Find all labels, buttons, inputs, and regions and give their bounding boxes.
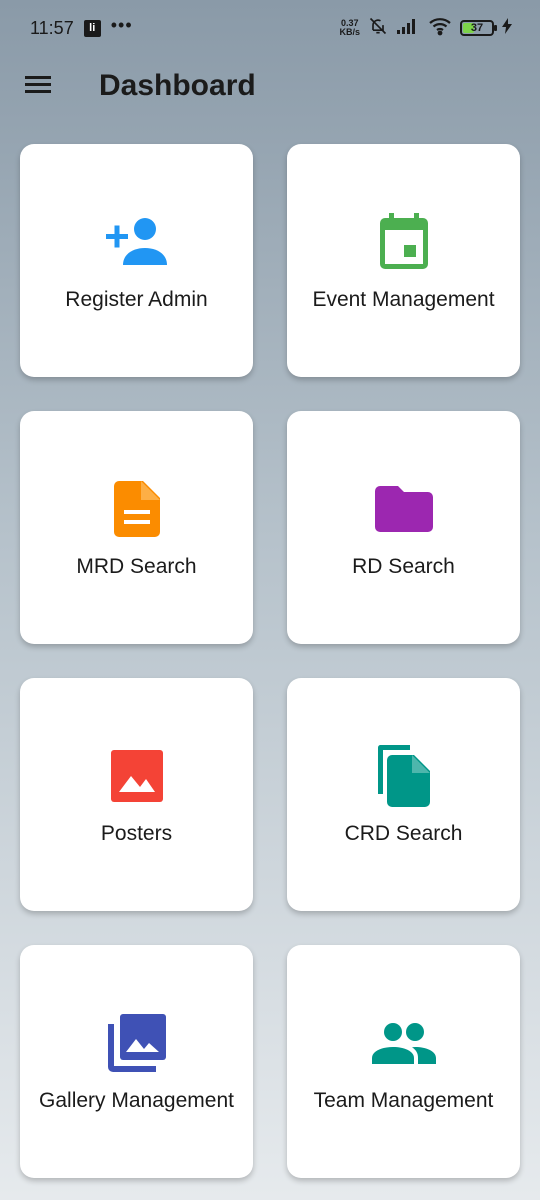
folder-icon (372, 477, 436, 541)
signal-icon (396, 17, 420, 40)
charging-icon (502, 17, 512, 39)
card-label: MRD Search (76, 554, 197, 578)
card-label: Gallery Management (39, 1088, 234, 1112)
card-label: RD Search (352, 554, 455, 578)
status-left: 11:57 li ••• (30, 14, 133, 39)
linkedin-icon: li (83, 19, 101, 37)
rd-search-card[interactable]: RD Search (287, 411, 520, 644)
status-bar: 11:57 li ••• 0.37 KB/s 37 (0, 0, 540, 56)
image-icon (105, 744, 169, 808)
app-bar: Dashboard (0, 56, 540, 116)
person-add-icon (105, 210, 169, 274)
card-label: CRD Search (344, 821, 463, 845)
group-icon (371, 1011, 436, 1075)
gallery-management-card[interactable]: Gallery Management (20, 945, 253, 1178)
network-speed-unit: KB/s (339, 27, 360, 37)
card-label: Event Management (312, 287, 495, 311)
posters-card[interactable]: Posters (20, 678, 253, 911)
card-label: Posters (100, 821, 173, 845)
battery-level: 37 (470, 22, 484, 34)
crd-search-card[interactable]: CRD Search (287, 678, 520, 911)
network-speed: 0.37 KB/s (339, 19, 360, 37)
document-icon (105, 477, 169, 541)
menu-icon (25, 74, 51, 99)
wifi-icon (428, 16, 452, 41)
page-title: Dashboard (99, 69, 256, 102)
card-label: Register Admin (65, 287, 208, 311)
status-time: 11:57 (30, 17, 74, 38)
photo-library-icon (105, 1011, 169, 1075)
team-management-card[interactable]: Team Management (287, 945, 520, 1178)
event-management-card[interactable]: Event Management (287, 144, 520, 377)
status-right: 0.37 KB/s 37 (339, 16, 512, 41)
file-copy-icon (372, 744, 436, 808)
card-label: Team Management (313, 1088, 494, 1112)
register-admin-card[interactable]: Register Admin (20, 144, 253, 377)
more-notifications-icon: ••• (110, 14, 133, 35)
calendar-event-icon (372, 210, 436, 274)
mrd-search-card[interactable]: MRD Search (20, 411, 253, 644)
battery-indicator: 37 (460, 20, 497, 36)
menu-button[interactable] (14, 62, 62, 110)
bell-off-icon (368, 16, 388, 41)
dashboard-grid: Register Admin Event Management MRD Sear… (20, 144, 520, 1178)
